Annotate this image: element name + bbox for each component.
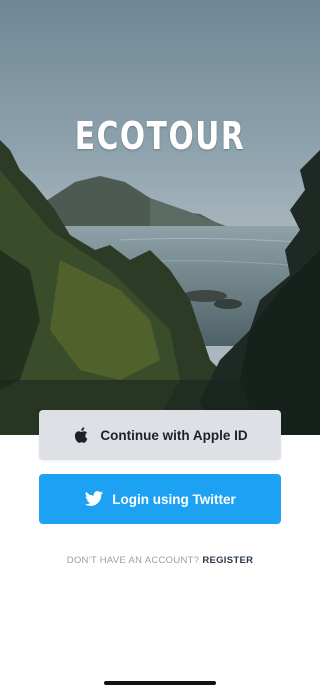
home-indicator <box>104 681 216 685</box>
hero-image: ECOTOUR <box>0 0 320 435</box>
apple-logo-icon <box>72 425 92 445</box>
twitter-button-label: Login using Twitter <box>112 491 236 507</box>
login-screen: ECOTOUR Continue with Apple ID Login usi… <box>0 0 320 693</box>
apple-button-label: Continue with Apple ID <box>100 427 248 443</box>
register-row: DON'T HAVE AN ACCOUNT? REGISTER <box>0 555 320 566</box>
register-link[interactable]: REGISTER <box>202 555 253 566</box>
coastal-landscape-image <box>0 0 320 435</box>
login-with-twitter-button[interactable]: Login using Twitter <box>39 474 281 524</box>
register-prompt: DON'T HAVE AN ACCOUNT? <box>66 555 200 566</box>
continue-with-apple-button[interactable]: Continue with Apple ID <box>39 410 281 460</box>
app-title: ECOTOUR <box>74 114 246 158</box>
twitter-bird-icon <box>84 489 104 509</box>
